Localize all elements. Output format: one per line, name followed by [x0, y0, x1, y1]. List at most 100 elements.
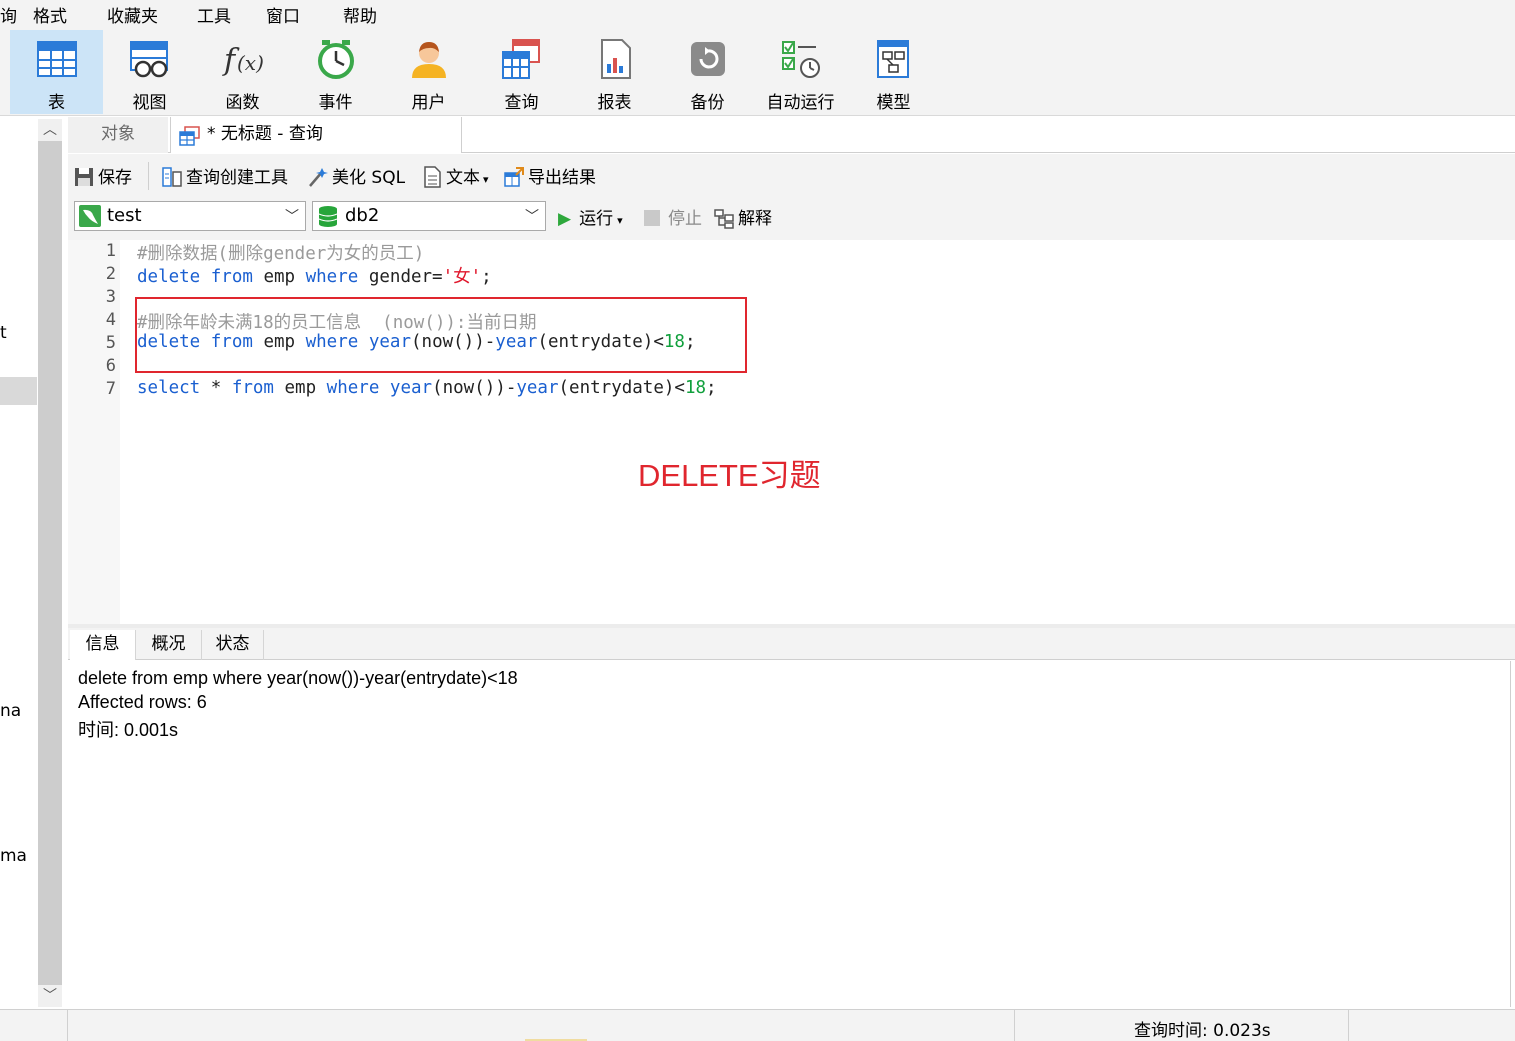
code-token: from	[210, 267, 253, 287]
user-icon	[412, 42, 446, 78]
query-builder-icon	[162, 167, 182, 187]
query-icon	[502, 39, 540, 79]
menu-tools[interactable]: 工具	[197, 2, 231, 27]
scroll-down-icon[interactable]: ﹀	[38, 985, 62, 1007]
code-token: ;	[481, 267, 492, 287]
database-icon	[318, 206, 338, 227]
line-number: 6	[105, 356, 116, 376]
connection-select[interactable]: test ﹀	[74, 201, 306, 231]
chevron-down-icon: ﹀	[525, 209, 539, 225]
save-button[interactable]: 保存	[74, 163, 132, 188]
status-divider	[1014, 1010, 1015, 1041]
text-document-icon	[424, 166, 441, 188]
dropdown-arrow-icon: ▾	[617, 214, 623, 227]
ribbon-event-button[interactable]: 事件	[289, 30, 382, 114]
export-results-button[interactable]: 导出结果	[504, 163, 596, 188]
query-builder-button[interactable]: 查询创建工具	[162, 163, 288, 188]
connection-toolbar: test ﹀ db2 ﹀ ▶ 运行 ▾ 停止 解释	[68, 198, 1515, 240]
tab-status[interactable]: 状态	[202, 630, 264, 660]
ribbon-auto-run-button[interactable]: 自动运行	[754, 30, 847, 114]
ribbon-query-button[interactable]: 查询	[475, 30, 568, 114]
explain-button[interactable]: 解释	[714, 204, 772, 229]
mysql-connection-icon	[79, 205, 101, 227]
code-token: 18	[684, 378, 707, 398]
code-token: delete	[137, 267, 201, 287]
menu-query[interactable]: 询	[0, 2, 17, 27]
database-value: db2	[345, 205, 380, 226]
ribbon-model-button[interactable]: 模型	[847, 30, 940, 114]
code-token: select	[137, 378, 201, 398]
view-icon	[130, 41, 168, 78]
dropdown-arrow-icon: ▾	[483, 173, 489, 186]
event-clock-icon	[318, 40, 354, 79]
result-sql-line: delete from emp where year(now())-year(e…	[78, 668, 518, 688]
query-tab-icon	[179, 126, 200, 146]
query-time-label: 查询时间: 0.023s	[1134, 1021, 1271, 1041]
chevron-down-icon: ﹀	[285, 209, 299, 225]
tree-item-fragment[interactable]: t	[0, 323, 7, 343]
result-tabs: 信息 概况 状态	[68, 628, 1515, 660]
line-number: 2	[105, 264, 116, 284]
ribbon-view-button[interactable]: 视图	[103, 30, 196, 114]
toolbar-separator	[148, 162, 149, 190]
ribbon-report-button[interactable]: 报表	[568, 30, 661, 114]
ribbon-table-button[interactable]: 表	[10, 30, 103, 114]
svg-text:(x): (x)	[237, 51, 264, 75]
ribbon-backup-button[interactable]: 备份	[661, 30, 754, 114]
stop-button[interactable]: 停止	[644, 204, 702, 229]
code-token: (entrydate)<	[558, 378, 685, 398]
sql-editor[interactable]: 1 2 3 4 5 6 7 #删除数据(删除gender为女的员工) delet…	[68, 240, 1515, 624]
code-line-select: select * from emp where year(now())-year…	[137, 378, 717, 398]
stop-icon	[644, 210, 660, 226]
annotation-title: DELETE习题	[638, 458, 821, 493]
code-token: gender=	[358, 267, 443, 287]
tree-item-fragment[interactable]: na	[0, 701, 21, 721]
tree-item-fragment[interactable]: ma	[0, 846, 27, 866]
play-icon: ▶	[558, 209, 572, 229]
tab-message[interactable]: 信息	[70, 630, 136, 660]
document-tabs: 对象 * 无标题 - 查询	[68, 117, 1515, 153]
tree-selected-row[interactable]	[0, 377, 37, 405]
table-icon	[37, 41, 77, 77]
code-token: where	[305, 267, 359, 287]
highlight-box	[135, 297, 747, 373]
result-affected-rows: Affected rows: 6	[78, 692, 207, 712]
line-number: 7	[105, 379, 116, 399]
scroll-up-icon[interactable]: ︿	[38, 119, 62, 141]
ribbon-user-button[interactable]: 用户	[382, 30, 475, 114]
menu-format[interactable]: 格式	[33, 2, 67, 27]
code-line-delete-female: delete from emp where gender='女';	[137, 263, 492, 288]
save-icon	[75, 168, 93, 186]
status-divider	[1348, 1010, 1349, 1041]
code-token: ;	[706, 378, 717, 398]
line-number: 4	[105, 310, 116, 330]
function-icon: f (x)	[222, 43, 264, 78]
beautify-sql-button[interactable]: 美化 SQL	[308, 163, 405, 188]
line-number: 3	[105, 287, 116, 307]
menu-window[interactable]: 窗口	[266, 2, 300, 27]
connection-value: test	[107, 205, 142, 226]
explain-icon	[714, 209, 734, 229]
result-time: 时间: 0.001s	[78, 720, 179, 740]
model-icon	[877, 40, 909, 78]
menu-help[interactable]: 帮助	[343, 2, 377, 27]
beautify-icon	[309, 168, 328, 187]
line-number-gutter: 1 2 3 4 5 6 7	[68, 240, 120, 624]
ribbon-function-button[interactable]: f (x) 函数	[196, 30, 289, 114]
database-select[interactable]: db2 ﹀	[312, 201, 546, 231]
tab-untitled-query[interactable]: * 无标题 - 查询	[170, 117, 462, 153]
status-bar: 查询时间: 0.023s	[0, 1009, 1515, 1041]
backup-icon	[691, 42, 725, 76]
text-menu-button[interactable]: 文本 ▾	[422, 163, 489, 188]
tab-title: * 无标题 - 查询	[207, 124, 323, 144]
query-toolbar: 保存 查询创建工具 美化 SQL 文本 ▾ 导出结果	[68, 154, 1515, 198]
object-tree-panel[interactable]: t na ma ︿ ﹀	[0, 117, 62, 1009]
tab-profile[interactable]: 概况	[136, 630, 202, 660]
code-token: from	[231, 378, 274, 398]
vertical-scrollbar-thumb[interactable]	[38, 141, 62, 999]
menu-favorites[interactable]: 收藏夹	[107, 2, 158, 27]
tab-objects[interactable]: 对象	[68, 117, 168, 153]
run-button[interactable]: ▶ 运行 ▾	[558, 204, 623, 229]
code-token: '女'	[442, 267, 482, 287]
